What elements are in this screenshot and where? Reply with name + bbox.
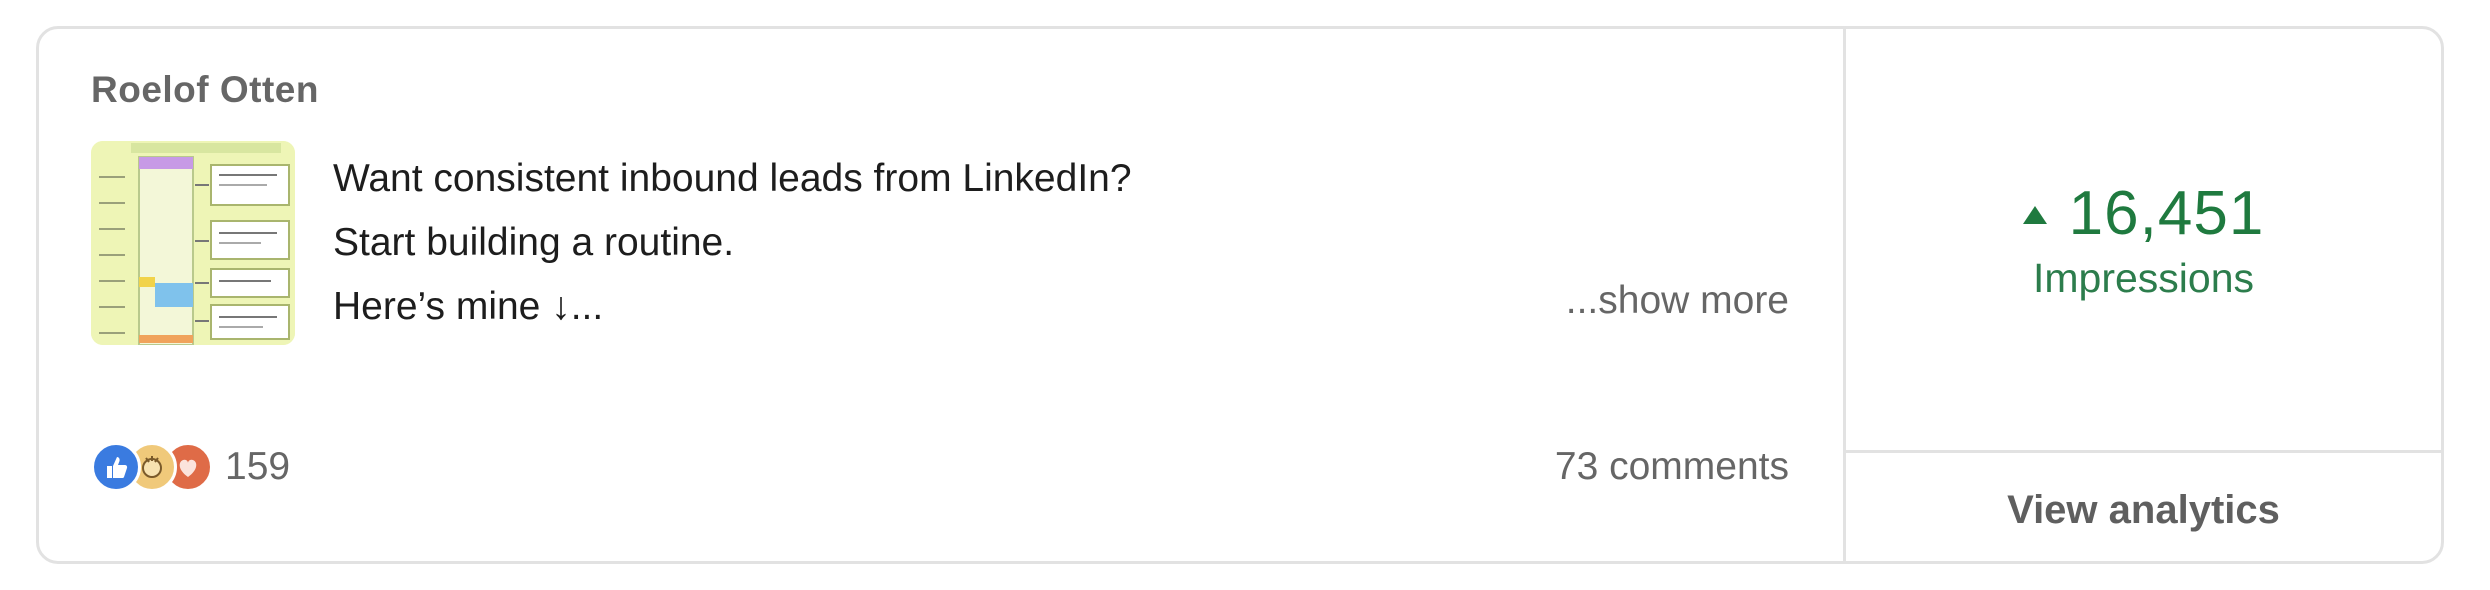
- post-text-line: Start building a routine.: [333, 221, 735, 264]
- impressions-value: 16,451: [2068, 178, 2265, 248]
- post-text-line: Want consistent inbound leads from Linke…: [333, 157, 1132, 200]
- comments-count-link[interactable]: 73 comments: [1555, 439, 1789, 495]
- post-analytics-panel: 16,451 Impressions View analytics: [1846, 29, 2441, 561]
- impressions-stat: 16,451 Impressions: [1846, 29, 2441, 453]
- post-thumbnail[interactable]: [91, 141, 295, 345]
- up-arrow-icon: [2022, 206, 2047, 224]
- routine-calendar-image: [91, 141, 295, 345]
- post-text-line: Here’s mine ↓...: [333, 285, 604, 328]
- post-author[interactable]: Roelof Otten: [91, 69, 319, 111]
- reactions-summary[interactable]: 159: [91, 439, 290, 495]
- impressions-label: Impressions: [2032, 254, 2254, 301]
- post-text[interactable]: Want consistent inbound leads from Linke…: [333, 147, 1132, 339]
- view-analytics-button[interactable]: View analytics: [1846, 453, 2441, 561]
- post-card: Roelof Otten Want consistent inbound lea…: [36, 26, 2444, 564]
- like-icon: [91, 442, 141, 492]
- post-summary: Roelof Otten Want consistent inbound lea…: [39, 29, 1846, 561]
- show-more-link[interactable]: ...show more: [1566, 279, 1789, 323]
- reaction-count: 159: [225, 445, 291, 488]
